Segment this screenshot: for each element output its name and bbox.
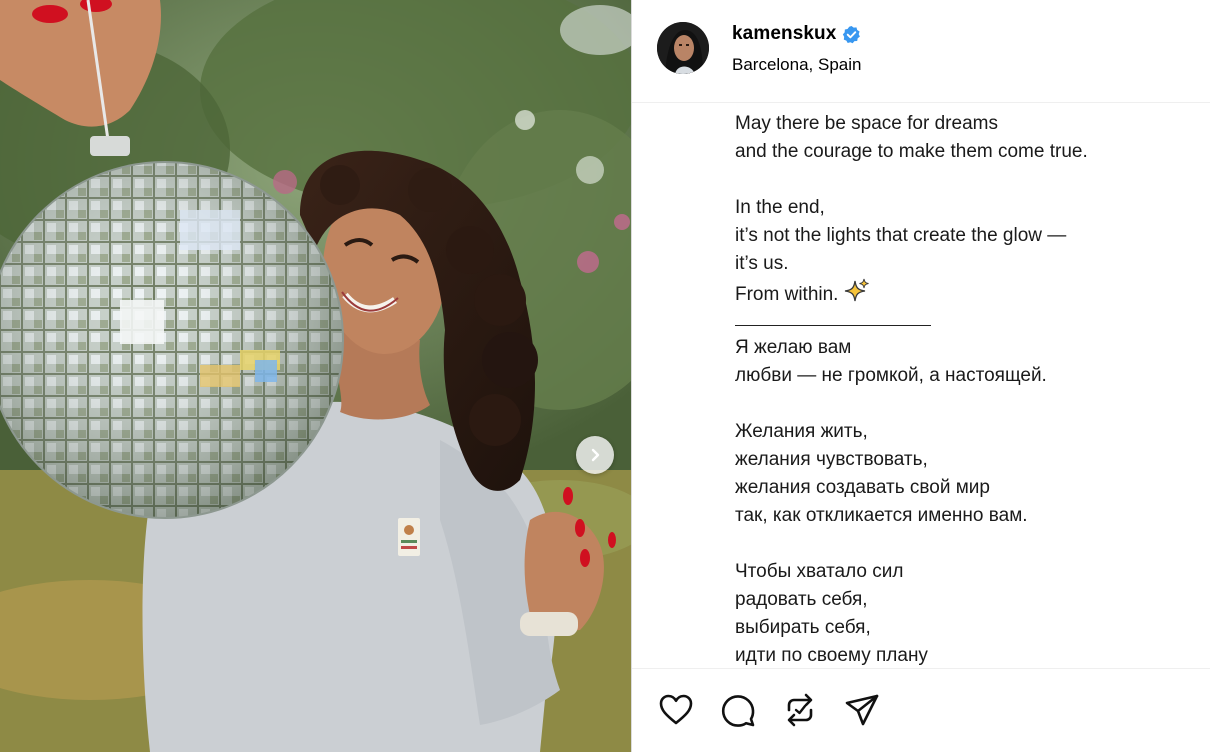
sparkles-icon xyxy=(845,278,870,302)
caption-line: желания создавать свой мир xyxy=(735,477,990,498)
caption-line: любви — не громкой, а настоящей. xyxy=(735,365,1047,386)
caption-line: Желания жить, xyxy=(735,421,868,442)
share-icon xyxy=(845,694,879,726)
caption-line: желания чувствовать, xyxy=(735,449,928,470)
post-details-pane: kamenskux Barcelona, Spain May there be … xyxy=(631,0,1210,752)
caption-line: and the courage to make them come true. xyxy=(735,141,1088,162)
like-button[interactable] xyxy=(657,691,695,729)
chevron-right-icon xyxy=(591,448,600,462)
post-photo[interactable] xyxy=(0,0,631,752)
caption-line: идти по своему плану xyxy=(735,645,928,666)
caption-line: так, как откликается именно вам. xyxy=(735,505,1028,526)
caption-divider xyxy=(735,306,1195,334)
caption-line: From within. xyxy=(735,284,839,305)
comment-button[interactable] xyxy=(719,691,757,729)
caption-line: Чтобы хватало сил xyxy=(735,561,904,582)
photo-scene xyxy=(0,0,631,752)
caption-line: it’s not the lights that create the glow… xyxy=(735,225,1067,246)
caption-line: May there be space for dreams xyxy=(735,113,998,134)
heart-icon xyxy=(659,694,693,725)
repost-button[interactable] xyxy=(781,691,819,729)
location-link[interactable]: Barcelona, Spain xyxy=(732,55,861,75)
avatar-image xyxy=(657,22,709,74)
verified-badge-icon xyxy=(843,25,861,43)
repost-icon xyxy=(787,693,813,727)
username: kamenskux xyxy=(732,23,837,44)
next-photo-button[interactable] xyxy=(576,436,614,474)
caption-line: выбирать себя, xyxy=(735,617,871,638)
comment-icon xyxy=(721,695,755,727)
post-actions-bar xyxy=(632,668,1210,752)
share-button[interactable] xyxy=(843,691,881,729)
post-header: kamenskux Barcelona, Spain xyxy=(632,0,1210,103)
post-caption: May there be space for dreams and the co… xyxy=(735,110,1195,668)
caption-line: In the end, xyxy=(735,197,825,218)
caption-line: Я желаю вам xyxy=(735,337,852,358)
caption-line-with-emoji: From within. xyxy=(735,278,1195,306)
caption-line: радовать себя, xyxy=(735,589,868,610)
caption-line: it’s us. xyxy=(735,253,789,274)
username-link[interactable]: kamenskux xyxy=(732,23,861,45)
avatar[interactable] xyxy=(657,22,709,74)
